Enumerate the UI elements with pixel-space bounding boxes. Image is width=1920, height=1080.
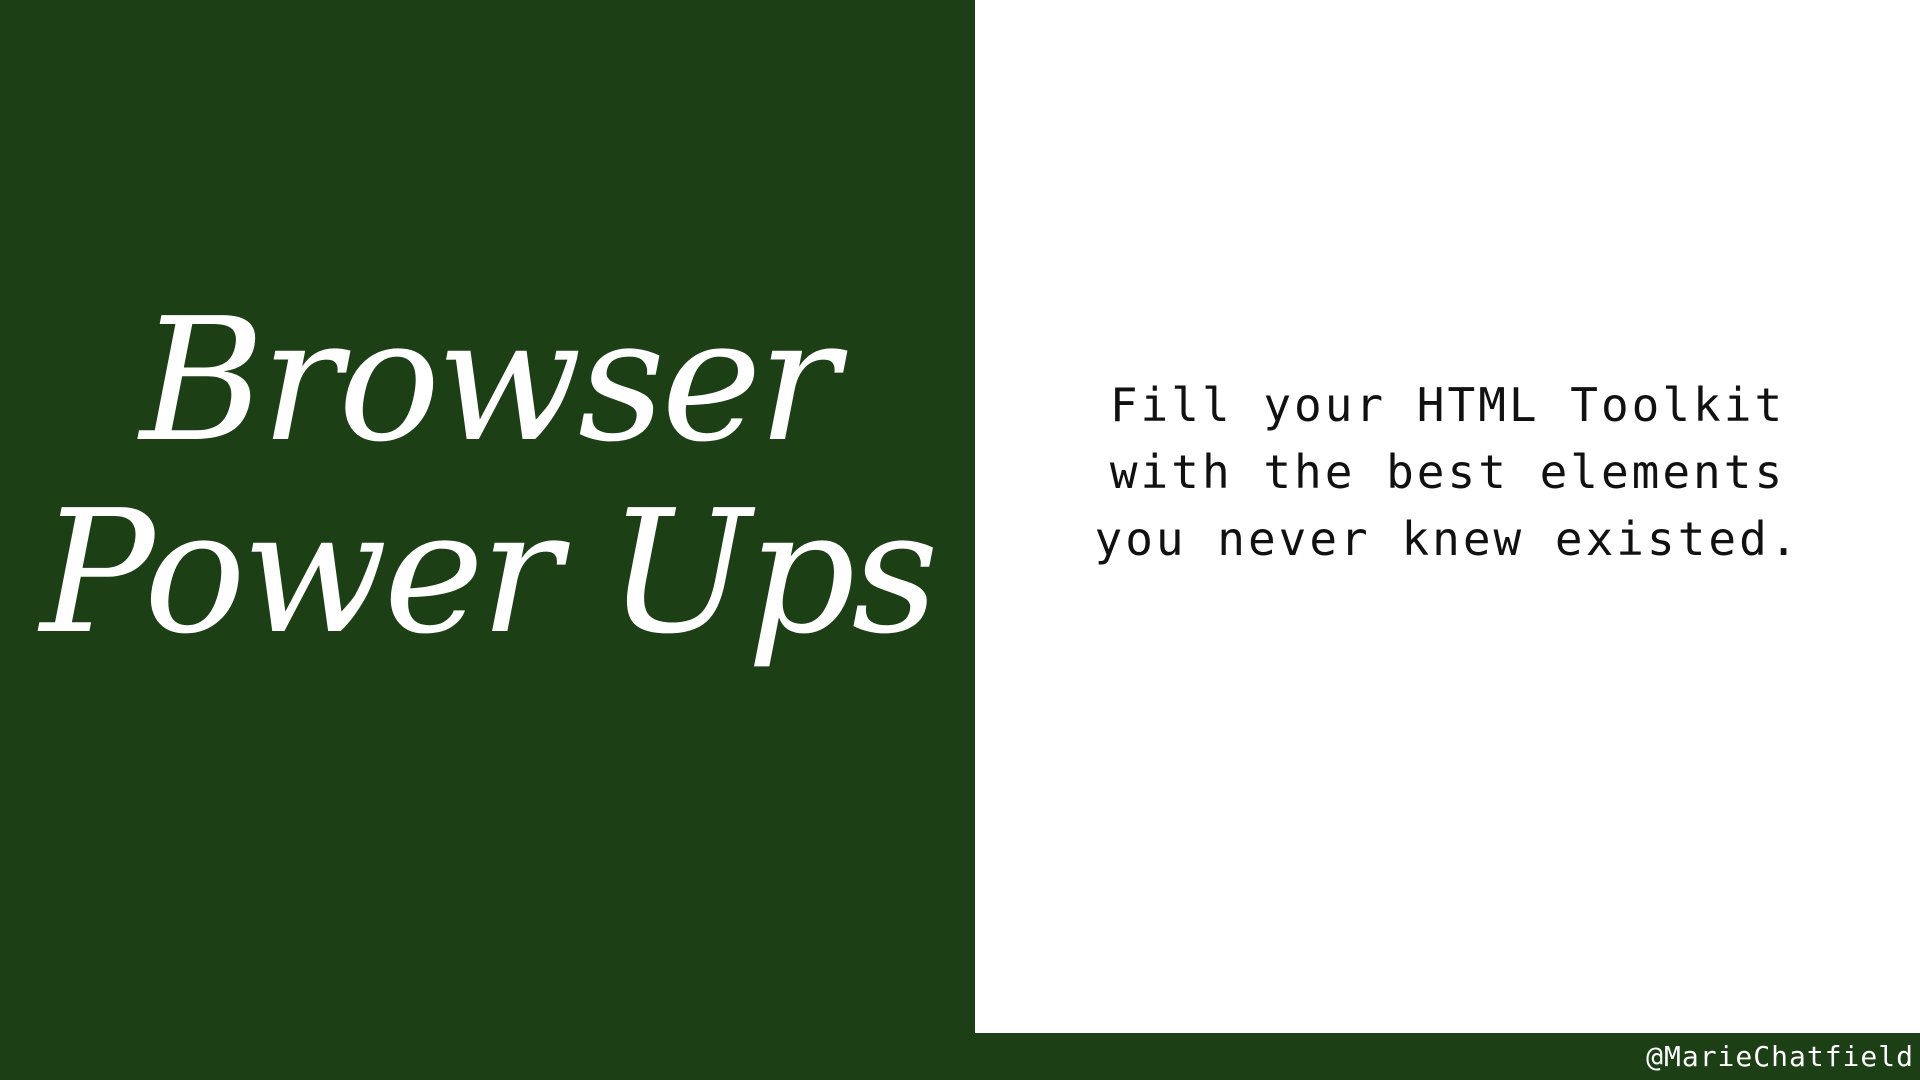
tagline-line-2: with the best elements [1109, 445, 1786, 499]
slide: Browser Power Ups Fill your HTML Toolkit… [0, 0, 1920, 1080]
author-handle: @MarieChatfield [1646, 1040, 1914, 1073]
slide-title-line-1: Browser [139, 281, 839, 480]
slide-title-line-2: Power Ups [40, 473, 939, 672]
tagline: Fill your HTML Toolkit with the best ele… [975, 372, 1920, 573]
title-panel: Browser Power Ups [0, 0, 975, 1033]
tagline-panel: Fill your HTML Toolkit with the best ele… [975, 0, 1920, 1033]
tagline-line-1: Fill your HTML Toolkit [1109, 378, 1786, 432]
tagline-line-3: you never knew existed. [1094, 512, 1801, 566]
slide-title: Browser Power Ups [40, 281, 939, 672]
